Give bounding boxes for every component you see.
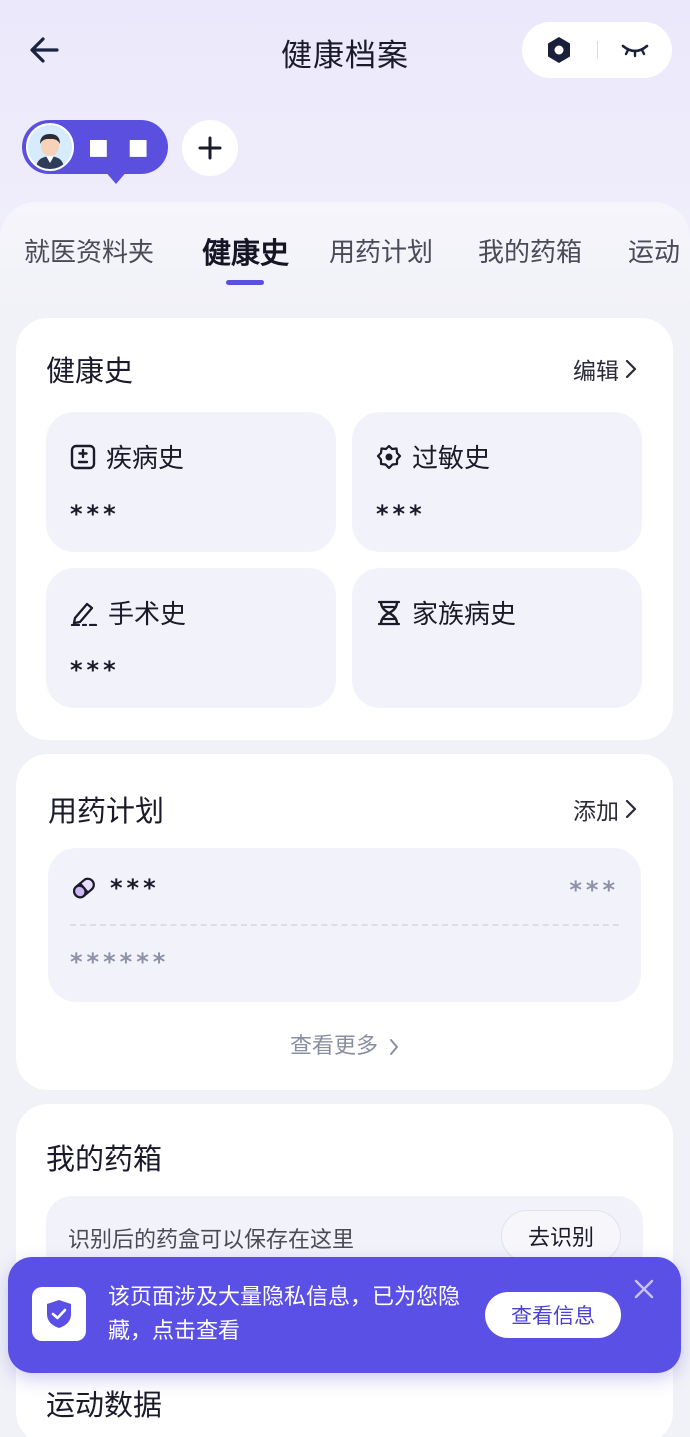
member-profile-chip[interactable]: ■ ■: [22, 120, 168, 184]
shield-badge: [32, 1287, 86, 1341]
chevron-right-icon: [389, 1038, 399, 1056]
tile-value: [376, 660, 436, 678]
privacy-toggle-button[interactable]: [522, 22, 597, 78]
plus-icon: [197, 135, 223, 161]
shield-check-icon: [44, 1298, 74, 1330]
medicine-box-title: 我的药箱: [46, 1142, 163, 1176]
privacy-banner: 该页面涉及大量隐私信息，已为您隐藏，点击查看 查看信息: [8, 1257, 681, 1373]
tile-label: 手术史: [108, 600, 187, 630]
chevron-right-icon: [625, 799, 637, 819]
pill-icon: [70, 874, 98, 902]
privacy-message: 该页面涉及大量隐私信息，已为您隐藏，点击查看: [108, 1285, 461, 1344]
family-history-tile[interactable]: 家族病史: [352, 568, 642, 708]
medication-item[interactable]: *** *** ******: [48, 848, 641, 1002]
gear-icon: [376, 444, 402, 470]
tab-bar: 就医资料夹 健康史 用药计划 我的药箱 运动: [0, 232, 690, 282]
header-action-pill: [522, 22, 672, 78]
medication-plan-card: 用药计划 添加 *** *** ****** 查看更多: [16, 754, 673, 1090]
tab-medication-plan[interactable]: 用药计划: [329, 232, 433, 269]
close-banner-button[interactable]: [630, 1275, 658, 1303]
plus-minus-icon: [70, 444, 96, 470]
health-history-card: 健康史 编辑 疾病史 *** 过敏史 *** 手术史 *** 家族病史: [16, 318, 673, 740]
medication-dose: ******: [70, 948, 170, 976]
view-more-label: 查看更多: [289, 1034, 378, 1059]
add-label: 添加: [573, 799, 619, 825]
tab-medicine-box[interactable]: 我的药箱: [478, 232, 582, 269]
medicine-box-hint: 识别后的药盒可以保存在这里: [68, 1228, 355, 1253]
hide-info-button[interactable]: [598, 22, 673, 78]
tile-value: ***: [70, 656, 120, 684]
edit-button[interactable]: 编辑: [573, 352, 637, 386]
tile-label: 疾病史: [106, 444, 185, 474]
chevron-right-icon: [625, 359, 637, 379]
tab-medical-folder[interactable]: 就医资料夹: [24, 232, 154, 269]
dna-icon: [376, 600, 402, 626]
edit-label: 编辑: [573, 359, 619, 385]
close-icon: [633, 1278, 655, 1300]
view-more-link[interactable]: 查看更多: [16, 1028, 673, 1060]
scan-medicine-button[interactable]: 去识别: [501, 1210, 621, 1262]
pen-icon: [70, 600, 98, 626]
medication-name: ***: [110, 874, 160, 902]
view-info-button[interactable]: 查看信息: [485, 1292, 621, 1338]
eye-closed-icon: [620, 40, 650, 60]
tile-label: 过敏史: [412, 444, 491, 474]
active-tab-indicator: [226, 280, 264, 285]
avatar: [26, 123, 74, 171]
member-name: ■ ■: [88, 134, 155, 160]
medication-time: ***: [569, 876, 619, 904]
disease-history-tile[interactable]: 疾病史 ***: [46, 412, 336, 552]
tab-health-history[interactable]: 健康史: [202, 232, 289, 272]
tab-sport[interactable]: 运动: [628, 232, 680, 269]
tile-label: 家族病史: [412, 600, 517, 630]
health-history-title: 健康史: [46, 354, 134, 388]
surgery-history-tile[interactable]: 手术史 ***: [46, 568, 336, 708]
medication-plan-title: 用药计划: [48, 794, 165, 828]
dashed-divider: [70, 924, 619, 926]
sport-data-title: 运动数据: [46, 1388, 163, 1422]
privacy-eye-icon: [544, 35, 574, 65]
tile-value: ***: [376, 500, 426, 528]
tile-value: ***: [70, 500, 120, 528]
add-medication-button[interactable]: 添加: [573, 792, 637, 826]
allergy-history-tile[interactable]: 过敏史 ***: [352, 412, 642, 552]
add-member-button[interactable]: [182, 120, 238, 176]
